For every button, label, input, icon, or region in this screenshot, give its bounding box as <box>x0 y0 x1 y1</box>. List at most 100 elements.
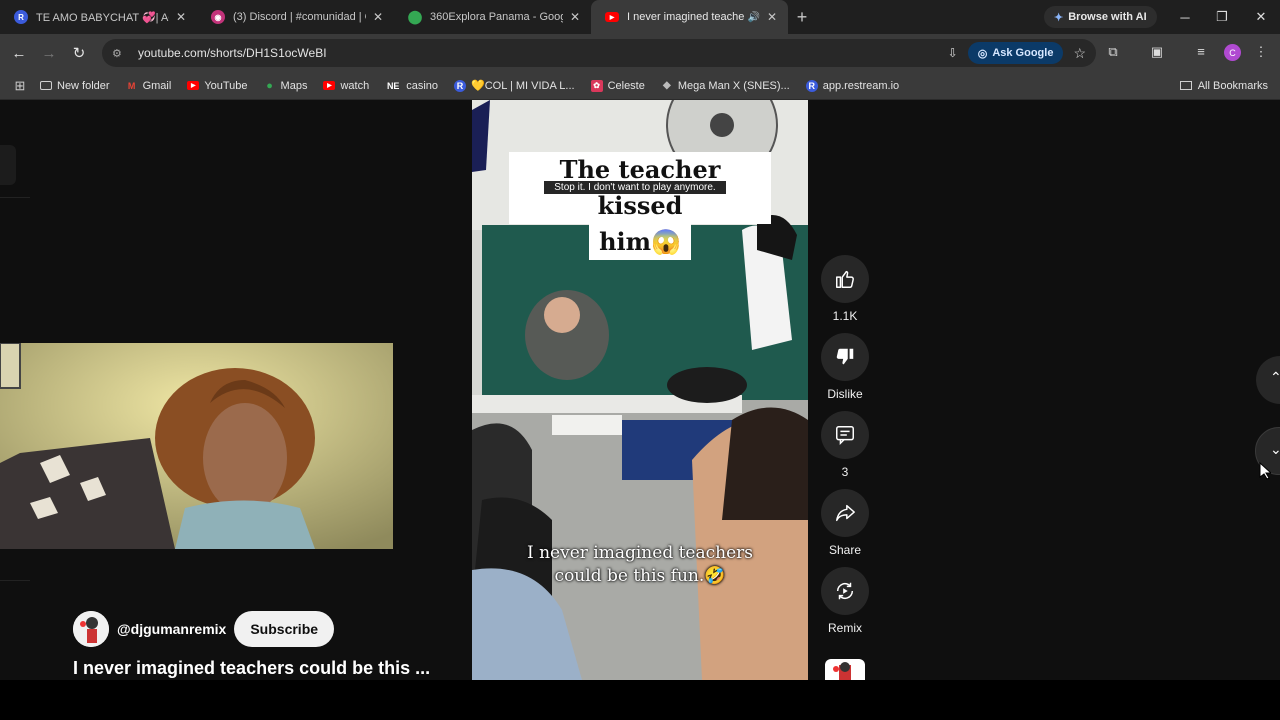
back-icon[interactable]: ← <box>4 45 34 62</box>
maps-icon: ● <box>266 79 273 92</box>
remix-icon[interactable] <box>821 567 869 615</box>
close-icon[interactable]: ✕ <box>370 10 386 24</box>
celeste-icon: ✿ <box>590 79 603 92</box>
sound-thumbnail[interactable] <box>825 659 865 680</box>
browser-tab-active[interactable]: ▶ I never imagined teachers c 🔊 ✕ <box>591 0 788 34</box>
sidebar-collapsed-item[interactable] <box>0 145 16 185</box>
megaman-icon: ◆ <box>663 80 671 91</box>
channel-avatar[interactable] <box>73 611 109 647</box>
all-bookmarks-label: All Bookmarks <box>1197 79 1268 92</box>
restream-icon: R <box>14 10 28 24</box>
tab-title: (3) Discord | #comunidad | Cam <box>233 11 366 23</box>
install-icon[interactable]: ⇩ <box>948 46 958 60</box>
bookmark-item[interactable]: R app.restream.io <box>805 79 900 92</box>
browse-with-ai-button[interactable]: ✦ Browse with AI <box>1044 6 1157 28</box>
remix-button[interactable]: Remix <box>820 567 870 635</box>
lens-icon: ◎ <box>977 47 988 60</box>
reload-icon[interactable]: ↻ <box>64 44 94 62</box>
channel-handle[interactable]: @djgumanremix <box>117 621 226 637</box>
sidepanel-icon[interactable]: ▣ <box>1148 44 1166 60</box>
burned-in-caption: I never imagined teachers could be this … <box>492 542 788 588</box>
divider <box>0 197 30 198</box>
subscribe-button[interactable]: Subscribe <box>234 611 335 647</box>
bookmark-item[interactable]: R 💛COL | MI VIDA L... <box>454 79 575 92</box>
comment-count: 3 <box>841 465 849 479</box>
thumbs-up-icon[interactable] <box>821 255 869 303</box>
bottom-bar <box>0 680 1280 720</box>
apps-grid-icon[interactable]: ⊞ <box>0 78 40 94</box>
share-icon[interactable] <box>821 489 869 537</box>
youtube-icon: ▶ <box>187 81 200 90</box>
discord-icon: ◉ <box>211 10 225 24</box>
close-icon[interactable]: ✕ <box>567 10 583 24</box>
tab-title: TE AMO BABYCHAT 💞| ACTIVO <box>36 11 169 24</box>
mouse-cursor-icon <box>1259 462 1271 480</box>
bookmark-label: casino <box>406 79 438 92</box>
share-button[interactable]: Share <box>820 489 870 557</box>
bookmark-item[interactable]: M Gmail <box>126 80 171 92</box>
media-controls-icon[interactable]: ≡ <box>1192 44 1210 59</box>
dislike-label: Dislike <box>827 387 863 401</box>
chevron-down-icon: ⌄ <box>1270 441 1280 457</box>
divider <box>0 580 30 581</box>
speaker-icon[interactable]: 🔊 <box>748 12 760 23</box>
restream-icon: R <box>805 79 818 92</box>
youtube-icon: ▶ <box>605 12 619 22</box>
bookmark-item[interactable]: NE casino <box>385 80 438 92</box>
extensions-icon[interactable]: ⧉ <box>1104 44 1122 60</box>
bookmark-label: app.restream.io <box>822 79 900 92</box>
menu-kebab-icon[interactable]: ⋮ <box>1252 44 1270 60</box>
maps-icon: ⬤ <box>407 9 423 24</box>
restore-icon[interactable]: ❐ <box>1203 0 1241 34</box>
minimize-icon[interactable]: ─ <box>1166 0 1204 34</box>
bookmark-label: Celeste <box>607 79 645 92</box>
address-bar[interactable]: ⚙ youtube.com/shorts/DH1S1ocWeBI ⇩ ◎ Ask… <box>102 39 1096 67</box>
close-window-icon[interactable]: ✕ <box>1242 0 1280 34</box>
channel-row: @djgumanremix Subscribe <box>73 611 335 647</box>
shorts-video-player[interactable]: The teacher kissed him😱 Stop it. I don't… <box>472 100 808 680</box>
bookmark-label: watch <box>340 79 370 92</box>
star-icon[interactable]: ☆ <box>1073 45 1086 62</box>
sparkle-icon: ✦ <box>1054 11 1064 24</box>
chevron-up-icon: ⌃ <box>1270 369 1280 385</box>
bookmark-item[interactable]: ◆ Mega Man X (SNES)... <box>661 80 790 92</box>
bookmark-label: YouTube <box>204 79 248 92</box>
close-icon[interactable]: ✕ <box>173 10 189 24</box>
bookmark-label: Maps <box>280 79 308 92</box>
ask-google-button[interactable]: ◎ Ask Google <box>967 42 1064 64</box>
caption-line: I never imagined teachers <box>526 543 754 563</box>
webcam-image <box>0 343 393 549</box>
comment-icon[interactable] <box>821 411 869 459</box>
browser-tab[interactable]: ⬤ 360Explora Panama - Google M ✕ <box>394 0 591 34</box>
site-settings-icon[interactable]: ⚙ <box>112 47 128 60</box>
forward-icon[interactable]: → <box>34 45 64 62</box>
thumbs-down-icon[interactable] <box>821 333 869 381</box>
tab-title: I never imagined teachers c <box>627 11 745 23</box>
profile-avatar[interactable]: C <box>1224 44 1241 61</box>
close-icon[interactable]: ✕ <box>764 10 780 24</box>
youtube-icon: ▶ <box>323 81 336 90</box>
new-tab-button[interactable]: + <box>788 7 816 28</box>
ask-google-label: Ask Google <box>992 47 1054 59</box>
restream-icon: R <box>454 79 466 92</box>
bookmark-item[interactable]: ▶ YouTube <box>187 79 248 92</box>
bookmark-item[interactable]: ● Maps <box>264 79 308 92</box>
bookmark-item[interactable]: ▶ watch <box>323 80 369 92</box>
bookmark-label: New folder <box>57 79 110 92</box>
overlay-title-line: him😱 <box>589 224 691 260</box>
bookmark-item[interactable]: New folder <box>40 80 110 92</box>
browser-tab[interactable]: R TE AMO BABYCHAT 💞| ACTIVO ✕ <box>0 0 197 34</box>
video-title[interactable]: I never imagined teachers could be this … <box>73 658 453 679</box>
folder-icon <box>40 81 52 90</box>
folder-icon <box>1179 81 1192 90</box>
webcam-overlay <box>0 343 393 549</box>
bookmark-item[interactable]: ✿ Celeste <box>590 79 645 92</box>
bookmarks-bar: ⊞ New folder M Gmail ▶ YouTube ● Maps ▶ … <box>0 72 1280 100</box>
dislike-button[interactable]: Dislike <box>820 333 870 401</box>
like-count: 1.1K <box>832 309 858 323</box>
comments-button[interactable]: 3 <box>820 411 870 479</box>
browser-tab[interactable]: ◉ (3) Discord | #comunidad | Cam ✕ <box>197 0 394 34</box>
all-bookmarks-button[interactable]: All Bookmarks <box>1179 79 1268 92</box>
previous-short-button[interactable]: ⌃ <box>1256 356 1280 404</box>
like-button[interactable]: 1.1K <box>820 255 870 323</box>
